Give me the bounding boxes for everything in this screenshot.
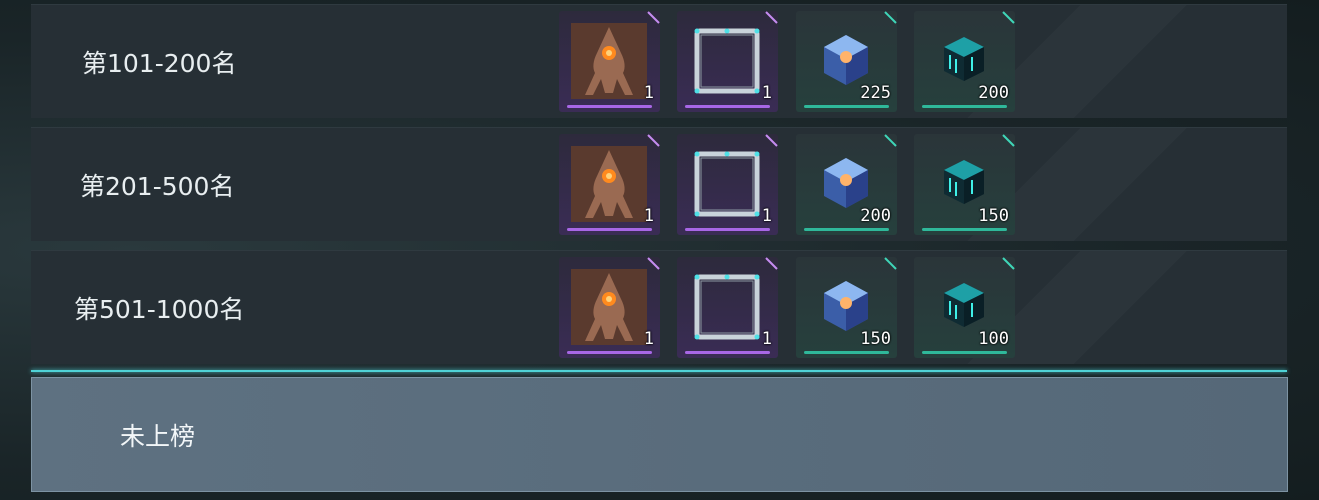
rarity-corner-icon <box>884 257 897 270</box>
rarity-corner-icon <box>647 257 660 270</box>
rank-range-label: 第501-1000名 <box>74 294 245 324</box>
section-divider <box>31 370 1287 372</box>
rarity-bar <box>804 228 889 231</box>
reward-item-frame[interactable]: 1 <box>677 257 778 358</box>
rarity-corner-icon <box>1002 11 1015 24</box>
rarity-bar <box>922 105 1007 108</box>
reward-quantity: 200 <box>978 83 1009 103</box>
rarity-corner-icon <box>1002 134 1015 147</box>
reward-quantity: 150 <box>860 329 891 349</box>
rarity-corner-icon <box>1002 257 1015 270</box>
rarity-corner-icon <box>647 11 660 24</box>
reward-quantity: 150 <box>978 206 1009 226</box>
rank-row: 第501-1000名 1 1 150 100 <box>31 250 1287 364</box>
player-rank-row: 未上榜 <box>31 377 1288 492</box>
creature-portrait-icon <box>571 23 647 99</box>
avatar-frame-icon <box>694 151 760 217</box>
reward-item-creature[interactable]: 1 <box>559 134 660 235</box>
reward-item-frame[interactable]: 1 <box>677 11 778 112</box>
reward-item-datacube[interactable]: 100 <box>914 257 1015 358</box>
reward-quantity: 100 <box>978 329 1009 349</box>
rank-range-label: 第201-500名 <box>80 171 235 201</box>
rarity-corner-icon <box>647 134 660 147</box>
reward-quantity: 1 <box>643 329 654 349</box>
rarity-corner-icon <box>884 11 897 24</box>
creature-portrait-icon <box>571 269 647 345</box>
reward-quantity: 1 <box>643 206 654 226</box>
reward-quantity: 1 <box>761 329 772 349</box>
reward-item-datacube[interactable]: 150 <box>914 134 1015 235</box>
avatar-frame-icon <box>694 274 760 340</box>
reward-quantity: 1 <box>761 83 772 103</box>
rarity-bar <box>922 351 1007 354</box>
rank-row: 第201-500名 1 1 200 150 <box>31 127 1287 241</box>
rarity-bar <box>685 351 770 354</box>
reward-item-frame[interactable]: 1 <box>677 134 778 235</box>
rank-row: 第101-200名 1 1 225 200 <box>31 4 1287 118</box>
rarity-bar <box>567 105 652 108</box>
creature-portrait-icon <box>571 146 647 222</box>
rarity-bar <box>567 351 652 354</box>
reward-item-crystal[interactable]: 200 <box>796 134 897 235</box>
rarity-bar <box>922 228 1007 231</box>
rarity-corner-icon <box>765 257 778 270</box>
player-rank-status: 未上榜 <box>120 421 196 451</box>
reward-item-crystal[interactable]: 225 <box>796 11 897 112</box>
reward-quantity: 1 <box>761 206 772 226</box>
rarity-bar <box>804 105 889 108</box>
reward-item-crystal[interactable]: 150 <box>796 257 897 358</box>
reward-item-datacube[interactable]: 200 <box>914 11 1015 112</box>
rarity-bar <box>685 105 770 108</box>
avatar-frame-icon <box>694 28 760 94</box>
reward-item-creature[interactable]: 1 <box>559 257 660 358</box>
reward-item-creature[interactable]: 1 <box>559 11 660 112</box>
rank-range-label: 第101-200名 <box>82 48 237 78</box>
rarity-bar <box>685 228 770 231</box>
rarity-corner-icon <box>765 134 778 147</box>
rarity-corner-icon <box>884 134 897 147</box>
rarity-bar <box>567 228 652 231</box>
reward-quantity: 225 <box>860 83 891 103</box>
reward-quantity: 1 <box>643 83 654 103</box>
rarity-bar <box>804 351 889 354</box>
rarity-corner-icon <box>765 11 778 24</box>
reward-quantity: 200 <box>860 206 891 226</box>
